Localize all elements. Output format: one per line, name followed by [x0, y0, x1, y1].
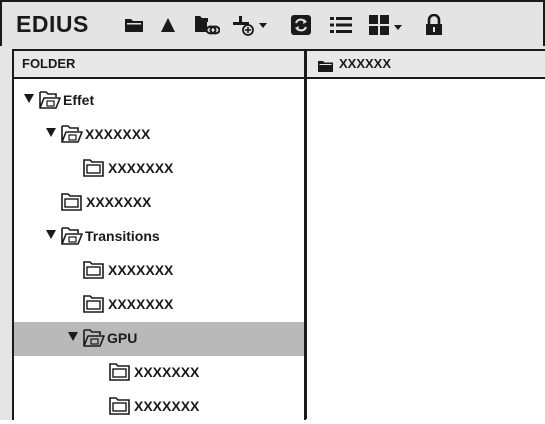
open-folder-icon — [61, 124, 83, 149]
folder-icon[interactable] — [124, 14, 144, 36]
folder-icon — [318, 59, 333, 77]
current-folder-name: XXXXXX — [339, 56, 392, 71]
bin-window: EDIUS FOLDER Effet XXXXXXX XXXXXXX XXXXX… — [0, 0, 545, 420]
expand-arrow-icon[interactable] — [68, 332, 78, 341]
lock-icon[interactable] — [425, 14, 443, 36]
tree-item-label: XXXXXXX — [108, 160, 174, 176]
tree-item-label: GPU — [107, 330, 138, 346]
toolbar: EDIUS — [0, 0, 545, 46]
folder-panel: FOLDER Effet XXXXXXX XXXXXXX XXXXXXX Transit… — [12, 49, 306, 420]
up-arrow-icon[interactable] — [160, 14, 176, 36]
tree-item-label: Effet — [63, 92, 95, 108]
tree-item[interactable]: XXXXXXX — [14, 254, 304, 288]
tree-item-label: XXXXXXX — [134, 398, 200, 414]
tree-item[interactable]: GPU — [14, 322, 304, 356]
expand-arrow-icon[interactable] — [46, 128, 56, 137]
tree-item[interactable]: XXXXXXX — [14, 390, 304, 424]
tree-item-label: XXXXXXX — [86, 194, 152, 210]
folder-link-icon[interactable] — [194, 14, 220, 36]
tree-item[interactable]: XXXXXXX — [14, 118, 304, 152]
tree-item-label: XXXXXXX — [134, 364, 200, 380]
open-folder-icon — [39, 90, 61, 115]
clip-panel-header: XXXXXX — [306, 51, 545, 79]
folder-icon — [109, 362, 131, 387]
folder-icon — [109, 396, 131, 421]
tree-item-label: XXXXXXX — [108, 296, 174, 312]
tree-item[interactable]: Effet — [14, 84, 304, 118]
folder-icon — [83, 294, 105, 319]
expand-arrow-icon[interactable] — [24, 94, 34, 103]
clip-list[interactable] — [306, 79, 545, 419]
folder-panel-title: FOLDER — [22, 56, 76, 71]
grid-view-dropdown-icon[interactable] — [368, 14, 406, 36]
tree-item-label: Transitions — [85, 228, 160, 244]
folder-icon — [83, 260, 105, 285]
tree-item[interactable]: XXXXXXX — [14, 356, 304, 390]
tree-item[interactable]: XXXXXXX — [14, 152, 304, 186]
folder-icon — [83, 158, 105, 183]
expand-arrow-icon[interactable] — [46, 230, 56, 239]
tree-item[interactable]: Transitions — [14, 220, 304, 254]
tree-item-label: XXXXXXX — [108, 262, 174, 278]
app-title: EDIUS — [16, 11, 89, 37]
folder-panel-header: FOLDER — [14, 51, 304, 79]
tree-item[interactable]: XXXXXXX — [14, 186, 304, 220]
open-folder-icon — [61, 226, 83, 251]
tree-item[interactable]: XXXXXXX — [14, 288, 304, 322]
open-folder-icon — [83, 328, 105, 353]
clip-panel: XXXXXX — [306, 49, 545, 420]
list-view-icon[interactable] — [329, 14, 353, 36]
add-dropdown-icon[interactable] — [231, 14, 271, 36]
tree-item-label: XXXXXXX — [85, 126, 151, 142]
folder-icon — [61, 192, 83, 217]
refresh-icon[interactable] — [290, 14, 312, 36]
